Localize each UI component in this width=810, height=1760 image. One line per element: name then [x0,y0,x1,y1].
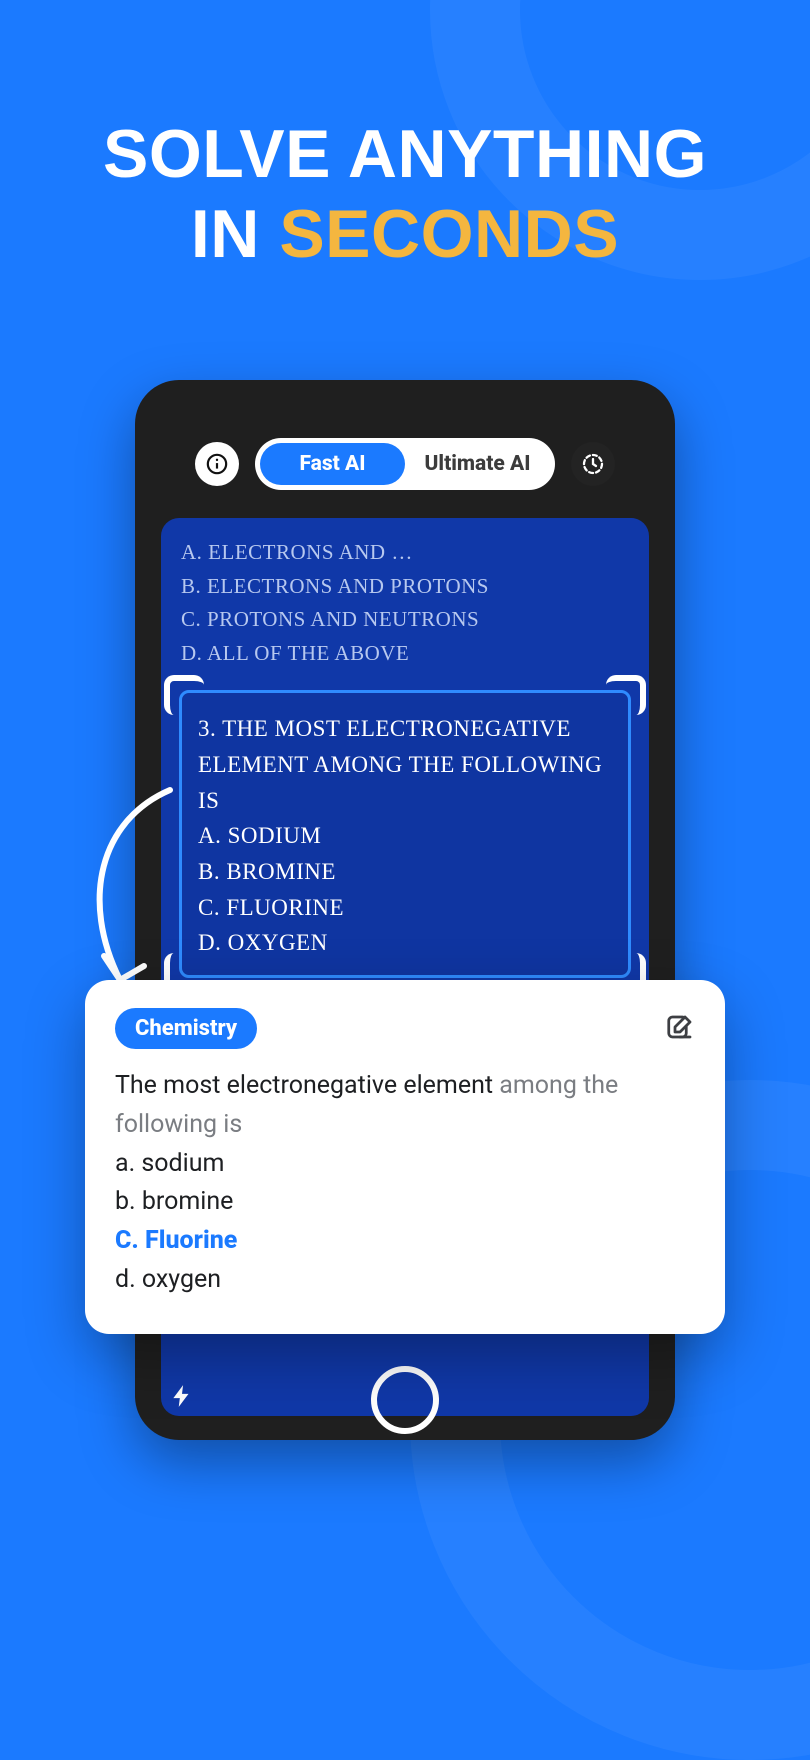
top-toolbar: Fast AI Ultimate AI [161,438,649,490]
crop-handle-tl[interactable] [164,675,204,715]
camera-bottom-bar [135,1360,675,1440]
answer-option-a: a. sodium [115,1145,695,1184]
headline-line1: SOLVE ANYTHING [0,115,810,195]
history-button[interactable] [571,442,615,486]
card-header: Chemistry [115,1008,695,1049]
edit-button[interactable] [665,1012,695,1046]
scan-crop-frame[interactable]: 3. THE MOST ELECTRONEGATIVE ELEMENT AMON… [179,690,631,977]
shutter-button[interactable] [371,1366,439,1434]
arrow-icon [70,780,190,1010]
answer-card: Chemistry The most electronegative eleme… [85,980,725,1334]
flash-button[interactable] [169,1379,195,1421]
tab-fast-ai[interactable]: Fast AI [260,443,405,485]
mode-toggle: Fast AI Ultimate AI [255,438,555,490]
headline-accent: SECONDS [279,196,619,272]
scanned-question: 3. THE MOST ELECTRONEGATIVE ELEMENT AMON… [198,711,612,960]
bolt-icon [169,1379,195,1413]
info-icon [206,453,228,475]
subject-chip[interactable]: Chemistry [115,1008,257,1049]
headline-line2: IN SECONDS [0,195,810,275]
answer-body: The most electronegative element among t… [115,1067,695,1300]
answer-option-d: d. oxygen [115,1261,695,1300]
edit-icon [665,1012,695,1042]
answer-option-b: b. bromine [115,1183,695,1222]
crop-handle-tr[interactable] [606,675,646,715]
history-icon [581,452,605,476]
arrow-annotation [70,780,190,1014]
tab-ultimate-ai[interactable]: Ultimate AI [405,443,550,485]
hero-headline: SOLVE ANYTHING IN SECONDS [0,115,810,274]
previous-question-options: A. ELECTRONS AND … B. ELECTRONS AND PROT… [181,536,629,670]
info-button[interactable] [195,442,239,486]
answer-prompt: The most electronegative element among t… [115,1067,695,1145]
answer-option-c-correct: C. Fluorine [115,1222,695,1261]
